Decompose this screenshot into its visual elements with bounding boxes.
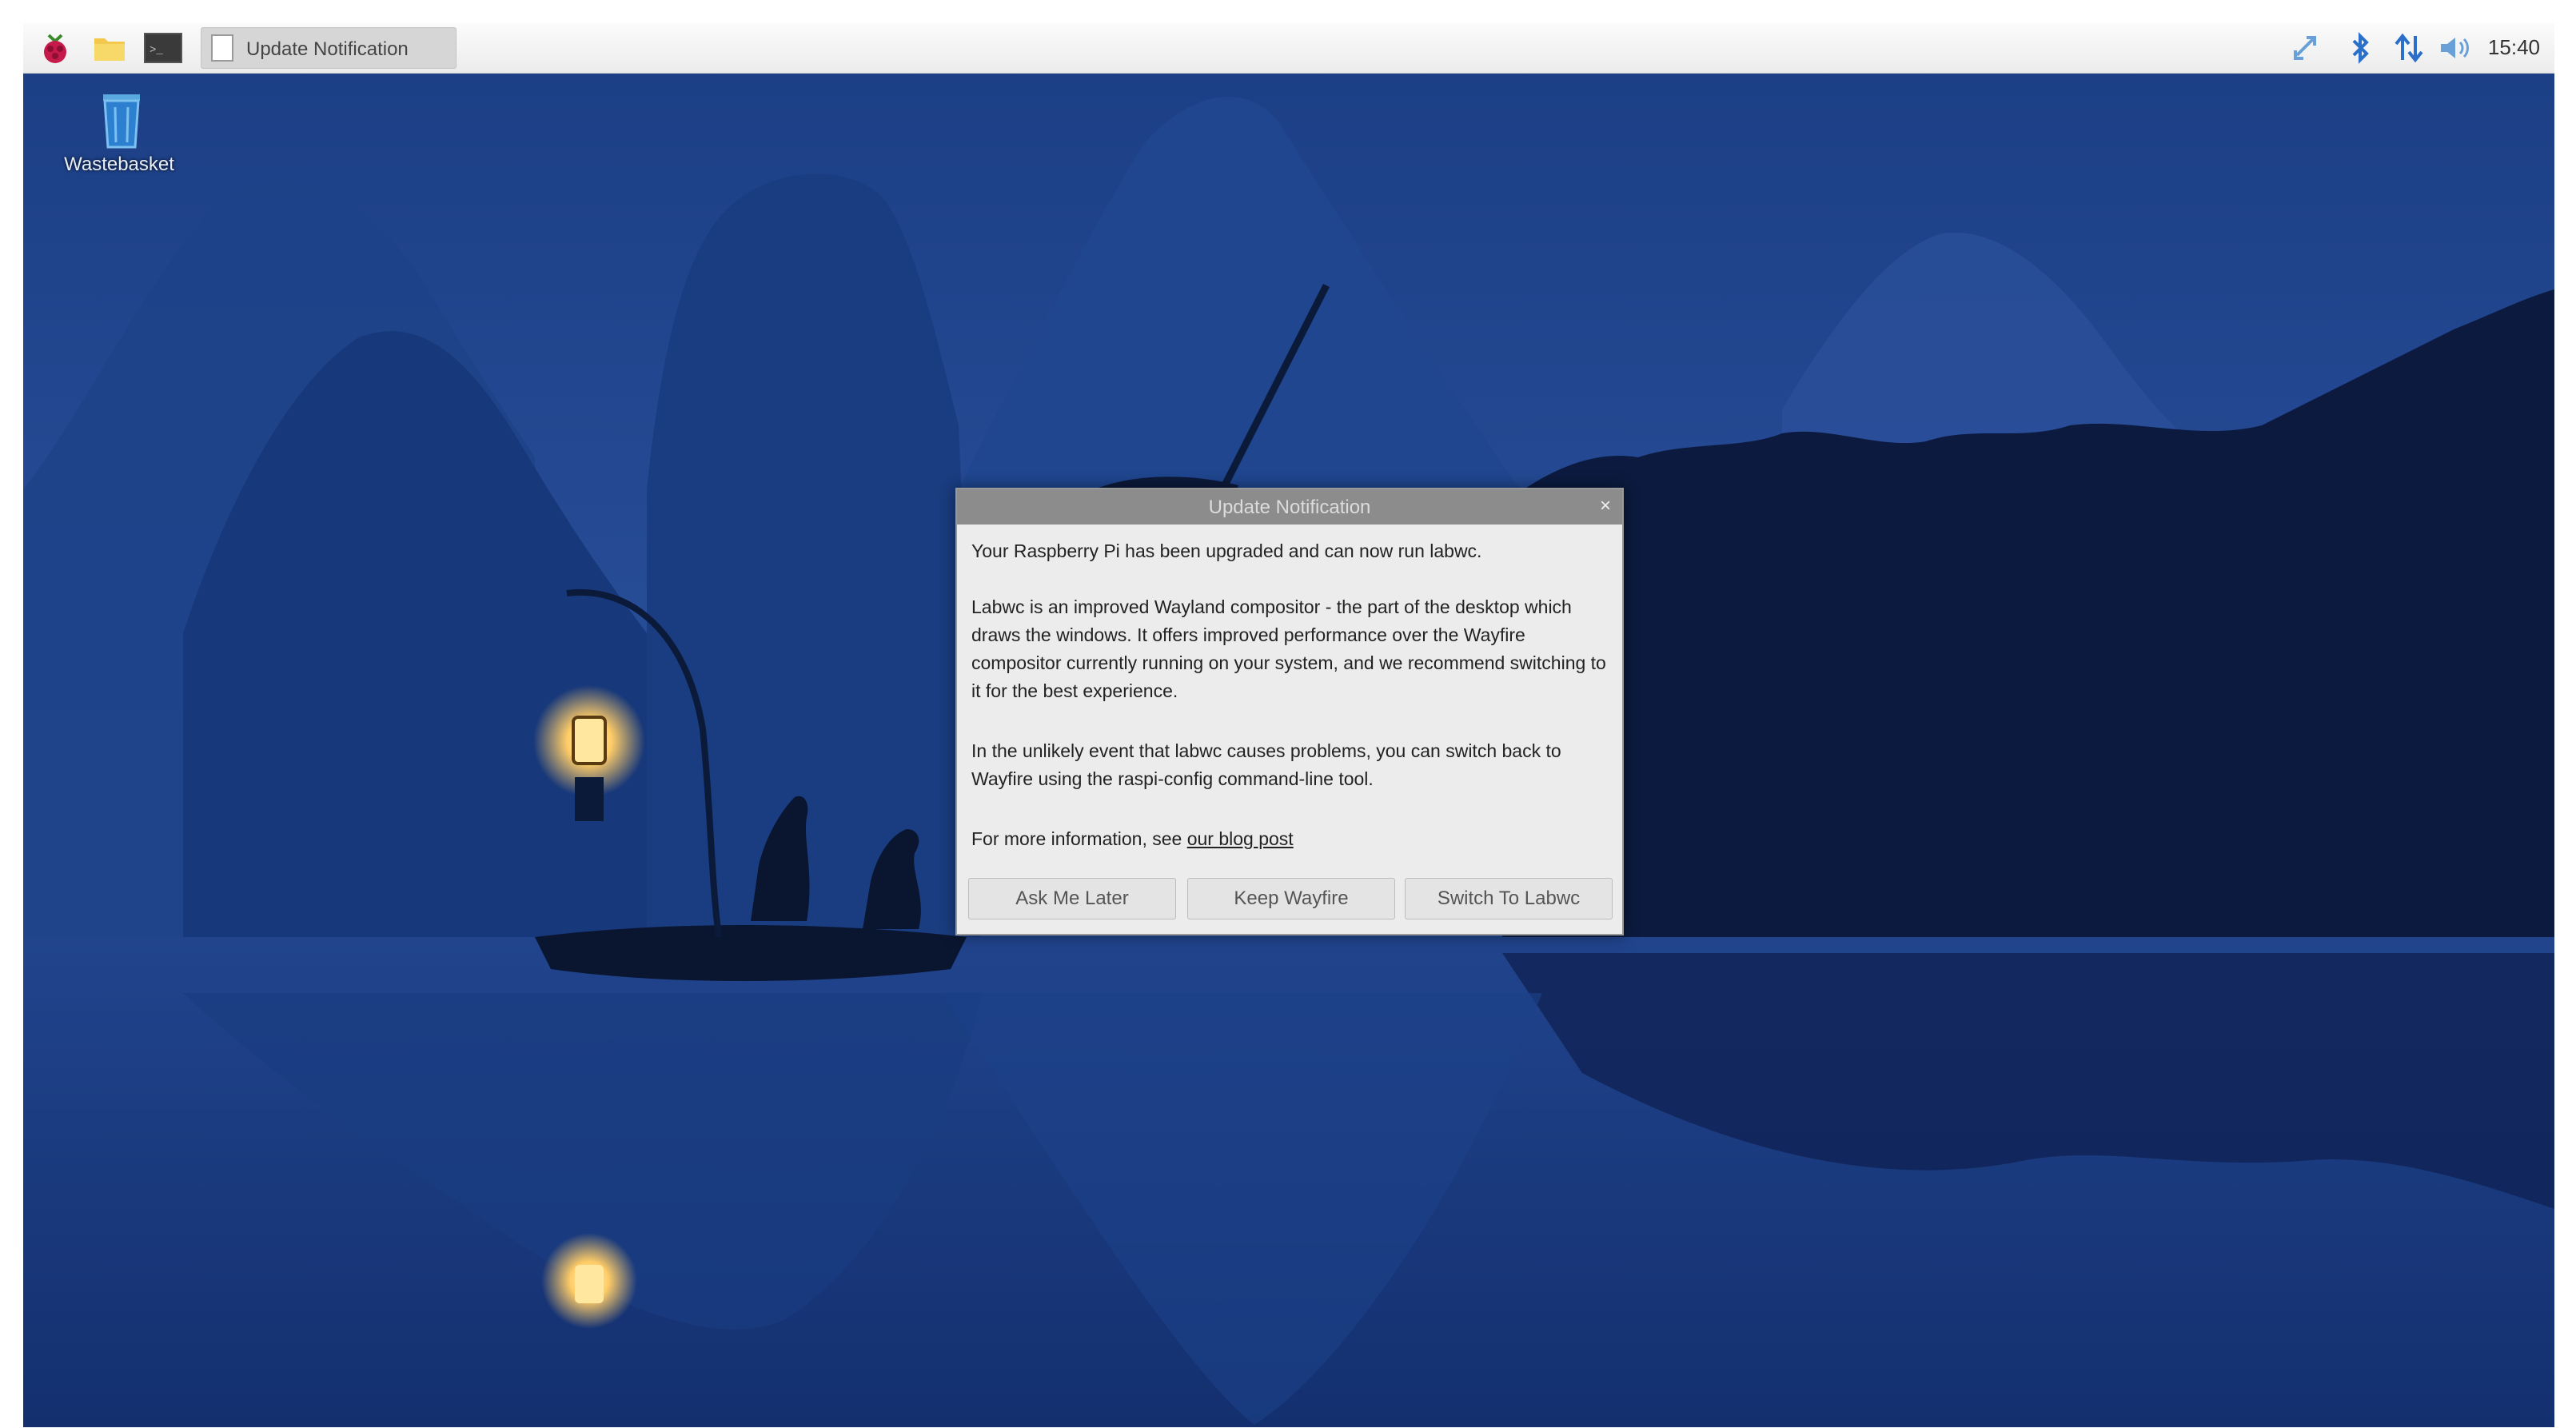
lantern-base — [575, 777, 604, 821]
taskbar: >_ Update Notification 15:40 — [23, 23, 2554, 74]
desktop-icon-wastebasket[interactable]: Wastebasket — [39, 85, 199, 181]
sync-icon[interactable] — [2289, 31, 2324, 65]
task-button-label: Update Notification — [246, 38, 409, 60]
dialog-message-intro: Your Raspberry Pi has been upgraded and … — [971, 540, 1482, 561]
dialog-message-more-info: For more information, see our blog post — [971, 825, 1611, 853]
dialog-message-fallback: In the unlikely event that labwc causes … — [971, 740, 1561, 789]
boat — [535, 925, 967, 981]
keep-wayfire-button[interactable]: Keep Wayfire — [1187, 878, 1395, 919]
folder-icon[interactable] — [92, 30, 127, 66]
bluetooth-icon[interactable] — [2347, 31, 2374, 65]
switch-to-labwc-button[interactable]: Switch To Labwc — [1405, 878, 1613, 919]
dialog-title: Update Notification — [1208, 497, 1371, 518]
trash-icon — [103, 94, 140, 149]
blog-post-link[interactable]: our blog post — [1187, 828, 1294, 849]
terminal-icon[interactable]: >_ — [143, 30, 182, 66]
network-arrows-icon[interactable] — [2391, 31, 2426, 65]
raspberry-menu-icon[interactable] — [38, 30, 73, 66]
dialog-message-labwc: Labwc is an improved Wayland compositor … — [971, 596, 1606, 701]
taskbar-window-update-notification[interactable]: Update Notification — [201, 27, 457, 69]
desktop-icon-label: Wastebasket — [64, 154, 174, 175]
clock[interactable]: 15:40 — [2488, 35, 2540, 60]
ask-me-later-button[interactable]: Ask Me Later — [968, 878, 1176, 919]
more-info-prefix: For more information, see — [971, 828, 1187, 849]
lantern — [572, 716, 607, 765]
update-notification-dialog: Update Notification × Your Raspberry Pi … — [955, 488, 1624, 935]
lantern-reflection — [575, 1265, 604, 1303]
svg-text:>_: >_ — [150, 44, 163, 57]
document-icon — [211, 34, 233, 62]
volume-icon[interactable] — [2436, 31, 2474, 65]
dialog-titlebar[interactable]: Update Notification × — [957, 489, 1622, 525]
close-icon[interactable]: × — [1595, 496, 1616, 517]
screen: Wastebasket >_ Update Notification 15:40… — [23, 23, 2554, 1427]
